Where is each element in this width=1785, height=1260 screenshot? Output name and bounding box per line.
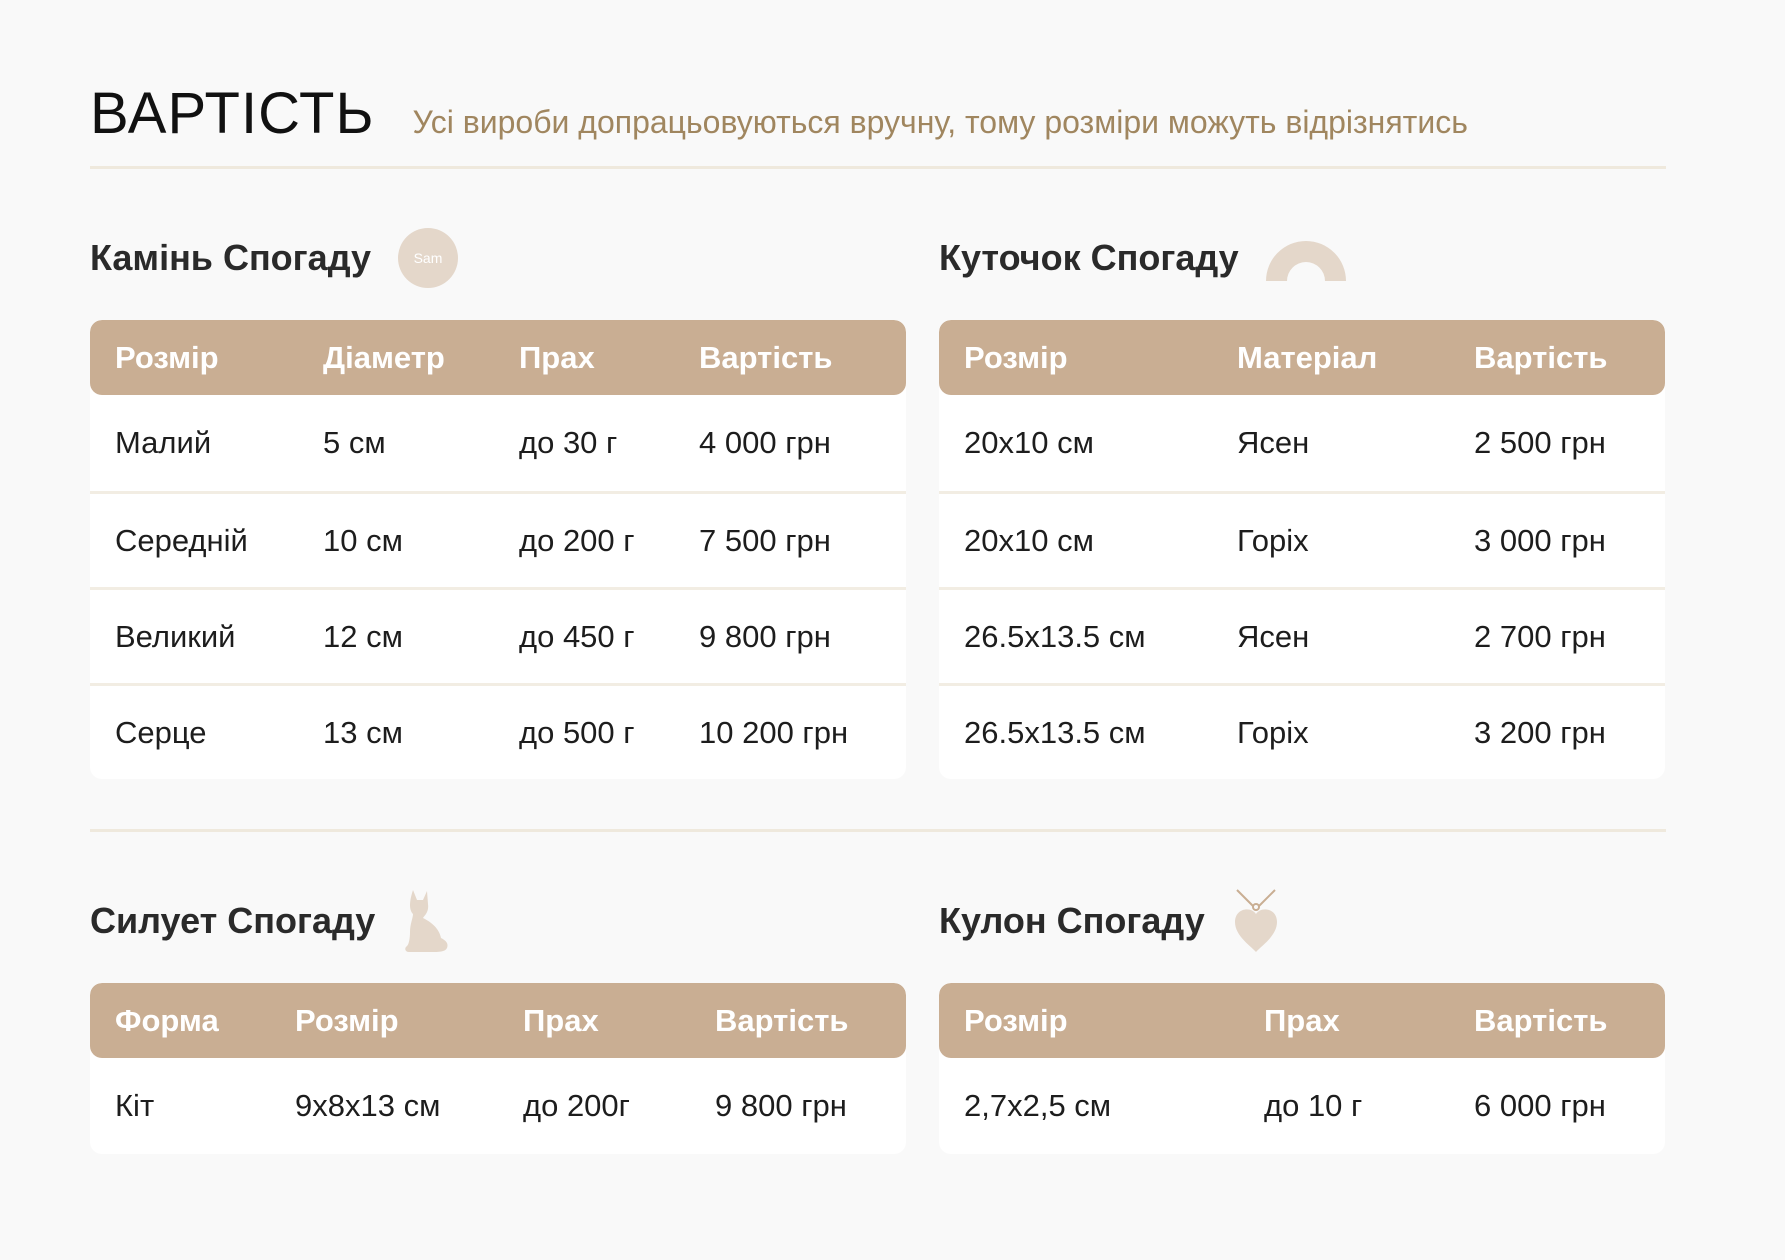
column-header: Вартість xyxy=(1474,339,1608,375)
table-header: Розмір Діаметр Прах Вартість xyxy=(90,320,906,395)
table-row: 20х10 см Ясен 2 500 грн xyxy=(939,395,1665,491)
table-cell: Ясен xyxy=(1237,425,1310,460)
table-cell: 3 200 грн xyxy=(1474,714,1606,750)
section-pendant: Кулон Спогаду Розмір Прах Вартість 2,7х2… xyxy=(939,881,1665,1154)
table-cell: 2 500 грн xyxy=(1474,425,1606,460)
table-cell: до 10 г xyxy=(1264,1088,1363,1123)
table-cell: 10 200 грн xyxy=(699,714,849,750)
column-header: Розмір xyxy=(964,339,1068,375)
table-cell: Серце xyxy=(115,714,207,750)
heart-pendant-icon xyxy=(1231,888,1281,954)
table-cell: до 30 г xyxy=(519,425,618,460)
table-cell: Горіх xyxy=(1237,714,1309,750)
table-cell: 9 800 грн xyxy=(699,618,831,654)
table-cell: Середній xyxy=(115,522,248,558)
price-table: Розмір Матеріал Вартість 20х10 см Ясен 2… xyxy=(939,320,1665,779)
table-cell: Горіх xyxy=(1237,522,1309,558)
section-title: Камінь Спогаду xyxy=(90,237,372,278)
column-header: Прах xyxy=(519,339,595,375)
table-cell: 9 800 грн xyxy=(715,1088,847,1123)
table-cell: 2 700 грн xyxy=(1474,618,1606,654)
section-silhouette: Силует Спогаду Форма Розмір Прах Вартіст… xyxy=(90,881,906,1154)
svg-text:Sam: Sam xyxy=(414,250,443,266)
column-header: Розмір xyxy=(115,339,219,375)
arch-icon xyxy=(1265,234,1347,282)
table-row: Серце 13 см до 500 г 10 200 грн xyxy=(90,683,906,779)
price-table: Розмір Прах Вартість 2,7х2,5 см до 10 г … xyxy=(939,983,1665,1154)
column-header: Розмір xyxy=(295,1002,399,1038)
table-cell: 20х10 см xyxy=(964,522,1094,558)
section-title: Силует Спогаду xyxy=(90,900,376,941)
page-header: ВАРТІСТЬ Усі вироби допрацьовуються вруч… xyxy=(90,80,1666,147)
table-cell: 13 см xyxy=(323,714,403,750)
table-cell: 9х8х13 см xyxy=(295,1088,441,1123)
table-cell: 10 см xyxy=(323,522,403,558)
table-row: Малий 5 см до 30 г 4 000 грн xyxy=(90,395,906,491)
column-header: Прах xyxy=(523,1002,599,1038)
table-row: 20х10 см Горіх 3 000 грн xyxy=(939,491,1665,587)
table-cell: Малий xyxy=(115,425,212,460)
column-header: Прах xyxy=(1264,1002,1340,1038)
table-row: Середній 10 см до 200 г 7 500 грн xyxy=(90,491,906,587)
header-divider xyxy=(90,166,1666,169)
table-cell: 20х10 см xyxy=(964,425,1094,460)
table-cell: 12 см xyxy=(323,618,403,654)
table-cell: 7 500 грн xyxy=(699,522,831,558)
column-header: Вартість xyxy=(699,339,833,375)
table-cell: 5 см xyxy=(323,425,386,460)
page-title: ВАРТІСТЬ xyxy=(90,81,375,146)
table-cell: до 500 г xyxy=(519,714,635,750)
table-cell: до 450 г xyxy=(519,618,635,654)
table-cell: до 200 г xyxy=(519,522,635,558)
price-table: Форма Розмір Прах Вартість Кіт 9х8х13 см… xyxy=(90,983,906,1154)
table-cell: 4 000 грн xyxy=(699,425,831,460)
table-row: 26.5х13.5 см Горіх 3 200 грн xyxy=(939,683,1665,779)
table-header: Розмір Матеріал Вартість xyxy=(939,320,1665,395)
column-header: Форма xyxy=(115,1002,219,1038)
column-header: Вартість xyxy=(1474,1002,1608,1038)
column-header: Розмір xyxy=(964,1002,1068,1038)
table-row: 26.5х13.5 см Ясен 2 700 грн xyxy=(939,587,1665,683)
section-title: Куточок Спогаду xyxy=(939,237,1239,278)
table-row: Кіт 9х8х13 см до 200г 9 800 грн xyxy=(90,1058,906,1154)
table-cell: Кіт xyxy=(115,1088,155,1123)
page-subtitle: Усі вироби допрацьовуються вручну, тому … xyxy=(412,104,1468,140)
table-cell: Ясен xyxy=(1237,618,1310,654)
table-cell: 6 000 грн xyxy=(1474,1088,1606,1123)
table-cell: 2,7х2,5 см xyxy=(964,1088,1112,1123)
table-cell: 26.5х13.5 см xyxy=(964,618,1146,654)
section-stone: Камінь Спогаду Sam Розмір Діаметр Прах В… xyxy=(90,218,906,779)
section-divider xyxy=(90,829,1666,832)
section-corner: Куточок Спогаду Розмір Матеріал Вартість… xyxy=(939,218,1665,779)
table-row: Великий 12 см до 450 г 9 800 грн xyxy=(90,587,906,683)
section-title: Кулон Спогаду xyxy=(939,900,1205,941)
sam-stone-icon: Sam xyxy=(397,227,459,289)
table-header: Розмір Прах Вартість xyxy=(939,983,1665,1058)
table-row: 2,7х2,5 см до 10 г 6 000 грн xyxy=(939,1058,1665,1154)
cat-silhouette-icon xyxy=(401,888,451,954)
table-cell: 26.5х13.5 см xyxy=(964,714,1146,750)
table-cell: 3 000 грн xyxy=(1474,522,1606,558)
column-header: Вартість xyxy=(715,1002,849,1038)
column-header: Матеріал xyxy=(1237,339,1378,375)
column-header: Діаметр xyxy=(323,339,445,375)
table-cell: Великий xyxy=(115,618,236,654)
price-table: Розмір Діаметр Прах Вартість Малий 5 см … xyxy=(90,320,906,779)
table-cell: до 200г xyxy=(523,1088,630,1123)
table-header: Форма Розмір Прах Вартість xyxy=(90,983,906,1058)
